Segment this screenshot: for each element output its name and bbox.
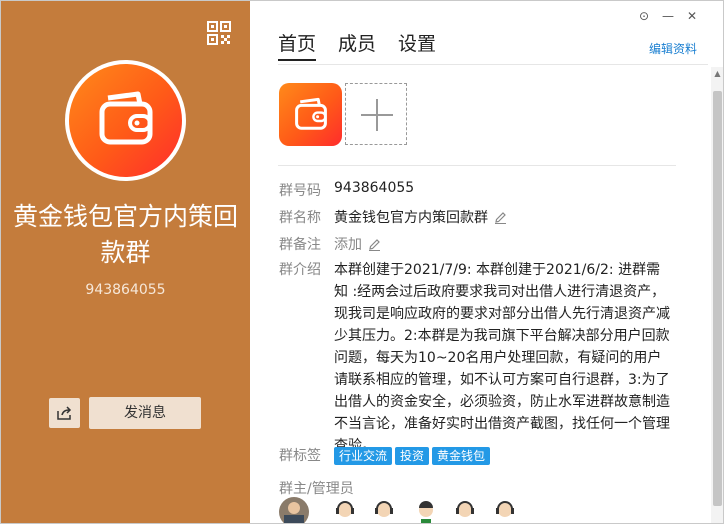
group-name-value: 黄金钱包官方内策回款群 — [334, 210, 488, 226]
group-photo-thumb[interactable] — [279, 83, 342, 146]
share-button[interactable] — [49, 398, 80, 428]
group-name-row[interactable]: 黄金钱包官方内策回款群 — [334, 207, 507, 228]
group-name-label: 群名称 — [279, 210, 321, 226]
pin-icon[interactable]: ⊙ — [639, 9, 649, 23]
group-name-large: 黄金钱包官方内策回款群 — [12, 202, 238, 267]
group-tags-label: 群标签 — [279, 448, 321, 464]
group-intro-label: 群介绍 — [279, 262, 321, 278]
wallet-logo-icon — [295, 97, 327, 130]
left-panel: 黄金钱包官方内策回款群 943864055 发消息 — [1, 1, 250, 523]
share-icon — [57, 406, 72, 420]
group-tags: 行业交流 投资 黄金钱包 — [334, 445, 493, 465]
admin-avatar[interactable] — [450, 497, 480, 523]
tab-members[interactable]: 成员 — [338, 29, 376, 56]
tag-item[interactable]: 黄金钱包 — [432, 447, 491, 465]
admin-avatar[interactable] — [279, 497, 309, 523]
photo-divider — [278, 165, 676, 166]
group-id-value: 943864055 — [334, 180, 415, 196]
admin-avatar[interactable] — [411, 497, 441, 523]
admins-label: 群主/管理员 — [279, 481, 354, 497]
group-avatar[interactable] — [65, 60, 186, 181]
group-remark-value: 添加 — [334, 237, 362, 253]
pencil-icon[interactable] — [494, 211, 507, 228]
minimize-icon[interactable]: — — [662, 9, 674, 23]
tag-item[interactable]: 行业交流 — [334, 447, 393, 465]
group-intro-text: 本群创建于2021/7/9: 本群创建于2021/6/2: 进群需知 :经两会过… — [334, 262, 670, 454]
pencil-icon[interactable] — [368, 238, 381, 255]
right-panel: ⊙ — ✕ 首页 成员 设置 编辑资料 群号码 943864055 群名称 黄金… — [250, 1, 723, 523]
tab-settings[interactable]: 设置 — [398, 29, 436, 56]
qr-code-icon[interactable] — [207, 21, 231, 45]
group-id-label: 群号码 — [279, 183, 321, 199]
admin-avatar[interactable] — [490, 497, 520, 523]
group-remark-label: 群备注 — [279, 237, 321, 253]
admin-avatar[interactable] — [330, 497, 360, 523]
group-id-left: 943864055 — [85, 282, 166, 298]
send-message-button[interactable]: 发消息 — [89, 397, 201, 429]
scrollbar-thumb[interactable] — [713, 91, 722, 506]
admin-avatar[interactable] — [369, 497, 399, 523]
tab-divider — [278, 64, 708, 65]
tab-home[interactable]: 首页 — [278, 29, 317, 61]
scroll-up-arrow[interactable]: ▲ — [713, 69, 722, 79]
close-icon[interactable]: ✕ — [687, 9, 697, 23]
wallet-logo-icon — [69, 64, 182, 177]
tag-item[interactable]: 投资 — [395, 447, 430, 465]
edit-profile-link[interactable]: 编辑资料 — [649, 40, 697, 57]
group-profile-window: 黄金钱包官方内策回款群 943864055 发消息 ⊙ — ✕ 首页 成员 设置… — [0, 0, 724, 524]
group-remark-row[interactable]: 添加 — [334, 234, 381, 255]
add-photo-button[interactable] — [345, 83, 407, 145]
